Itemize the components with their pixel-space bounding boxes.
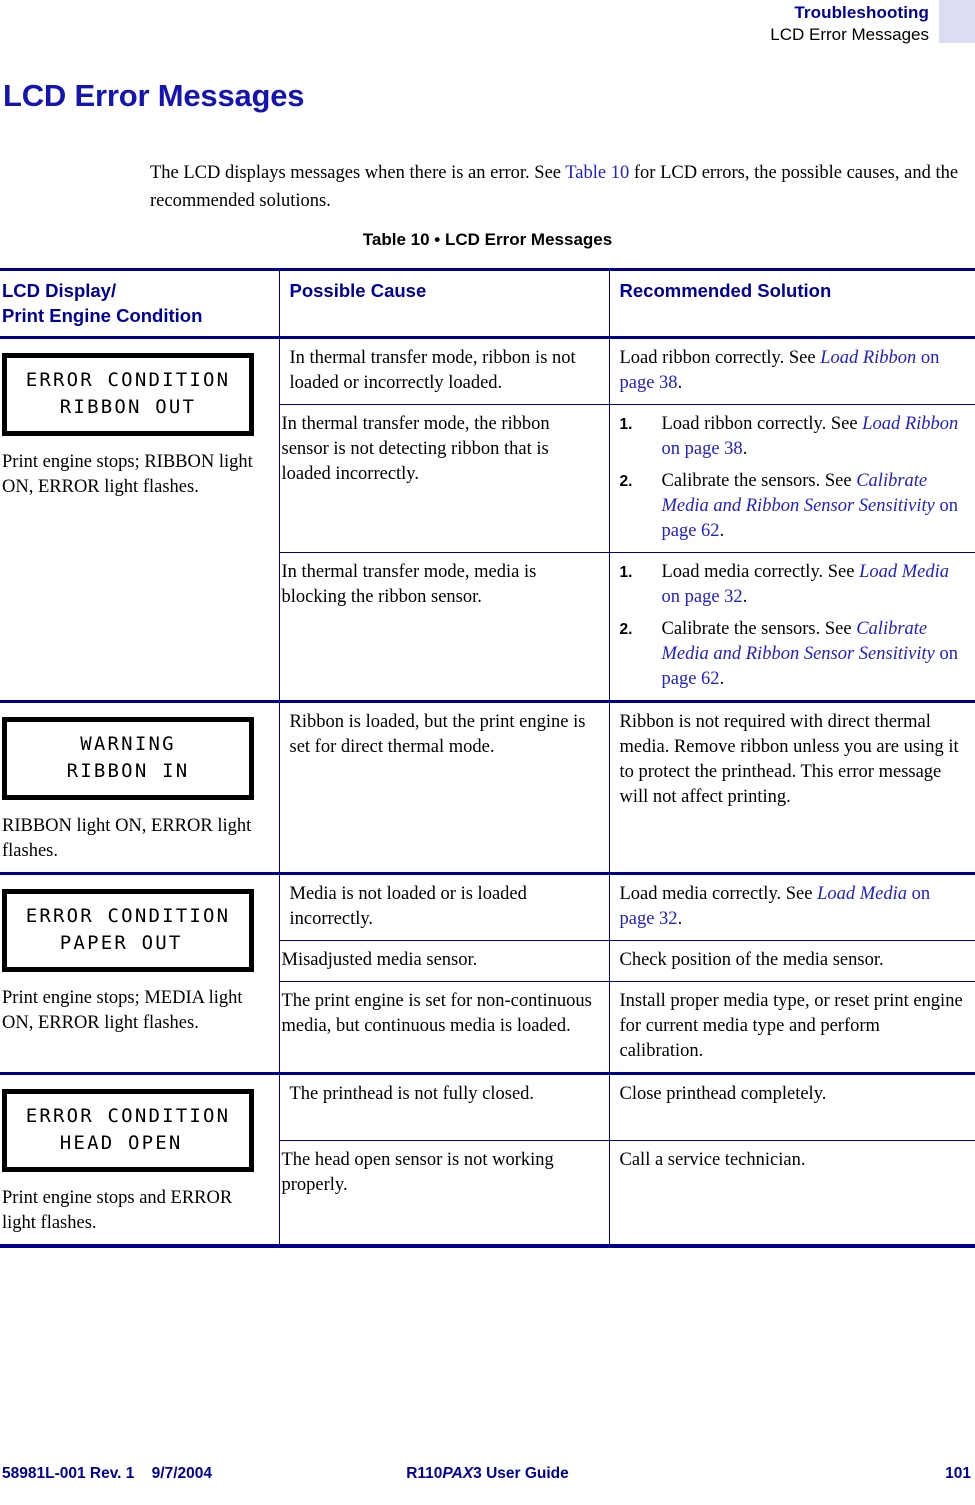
cause-cell: Misadjusted media sensor. <box>279 940 610 982</box>
column-header-line1: LCD Display/ <box>2 280 117 301</box>
solution-steps-list: Load media correctly. See Load Media on … <box>620 560 966 692</box>
solution-step: Load ribbon correctly. See Load Ribbon o… <box>620 412 966 462</box>
table-caption: Table 10 • LCD Error Messages <box>362 230 613 249</box>
solution-cell: Check position of the media sensor. <box>608 940 975 982</box>
solution-text-end: . <box>677 909 683 929</box>
step-text: Calibrate the sensors. See <box>661 471 857 491</box>
lcd-line-2: HEAD OPEN <box>32 1132 224 1154</box>
solution-steps-list: Load ribbon correctly. See Load Ribbon o… <box>620 412 966 544</box>
print-engine-condition: RIBBON light ON, ERROR light flashes. <box>2 816 252 861</box>
table-header-row: LCD Display/ Print Engine Condition Poss… <box>0 269 975 338</box>
lcd-line-1: WARNING <box>39 733 217 755</box>
cause-cell: The print engine is set for non-continuo… <box>279 981 610 1074</box>
cause-cell: In thermal transfer mode, media is block… <box>279 552 610 702</box>
cause-cell: In thermal transfer mode, ribbon is not … <box>278 336 610 405</box>
header-chapter-title: Troubleshooting <box>794 3 929 22</box>
solution-cell: Load media correctly. See Load Media on … <box>608 872 975 941</box>
lcd-line-1: ERROR CONDITION <box>25 1105 231 1127</box>
solution-cell: Load ribbon correctly. See Load Ribbon o… <box>608 404 975 553</box>
table-10-link[interactable]: Table 10 <box>565 163 629 183</box>
step-text-end: . <box>742 439 748 459</box>
lcd-line-2: RIBBON IN <box>39 760 217 782</box>
header-text: Troubleshooting LCD Error Messages <box>770 2 929 45</box>
table-body: ERROR CONDITION RIBBON OUT Print engine … <box>0 336 975 1244</box>
table-header: LCD Display/ Print Engine Condition Poss… <box>0 269 975 338</box>
solution-step: Calibrate the sensors. See Calibrate Med… <box>620 617 966 692</box>
cross-reference-page[interactable]: on page 32 <box>662 587 743 607</box>
column-header-line2: Print Engine Condition <box>2 305 203 326</box>
solution-text-end: . <box>677 373 683 393</box>
solution-text: Install proper media type, or reset prin… <box>619 991 963 1061</box>
step-text: Load media correctly. See <box>661 562 860 582</box>
lcd-line-1: ERROR CONDITION <box>25 369 231 391</box>
solution-cell: Ribbon is not required with direct therm… <box>608 700 975 874</box>
solution-cell: Load media correctly. See Load Media on … <box>608 552 975 702</box>
solution-text: Load ribbon correctly. See <box>619 348 821 368</box>
footer-page-number: 101 <box>945 1465 971 1482</box>
lcd-line-2: PAPER OUT <box>32 932 224 954</box>
footer-guide-pre: R110 <box>406 1465 443 1482</box>
cross-reference-link[interactable]: Load Media <box>817 884 907 904</box>
step-text-end: . <box>719 521 725 541</box>
lcd-display-cell: ERROR CONDITION HEAD OPEN Print engine s… <box>0 1072 280 1244</box>
column-header-lcd-display: LCD Display/ Print Engine Condition <box>0 269 280 338</box>
lcd-error-messages-table: LCD Display/ Print Engine Condition Poss… <box>0 268 975 1244</box>
intro-paragraph: The LCD displays messages when there is … <box>150 159 970 215</box>
cause-cell: The printhead is not fully closed. <box>278 1072 610 1141</box>
lcd-display-cell: WARNING RIBBON IN RIBBON light ON, ERROR… <box>0 700 280 874</box>
cause-cell: Ribbon is loaded, but the print engine i… <box>278 700 610 874</box>
solution-step: Load media correctly. See Load Media on … <box>620 560 966 610</box>
cross-reference-page[interactable]: on page 38 <box>662 439 743 459</box>
solution-cell: Install proper media type, or reset prin… <box>608 981 975 1074</box>
step-text: Calibrate the sensors. See <box>661 619 857 639</box>
lcd-display-cell: ERROR CONDITION PAPER OUT Print engine s… <box>0 872 280 1074</box>
page-footer: 58981L-001 Rev. 1 9/7/2004 R110PAX3 User… <box>0 1465 975 1487</box>
step-text: Load ribbon correctly. See <box>661 414 863 434</box>
cross-reference-link[interactable]: Load Media <box>859 562 949 582</box>
print-engine-condition: Print engine stops and ERROR light flash… <box>2 1188 233 1233</box>
print-engine-condition: Print engine stops; MEDIA light ON, ERRO… <box>2 988 243 1033</box>
table-bottom-rule <box>0 1244 975 1248</box>
solution-cell: Call a service technician. <box>608 1139 975 1244</box>
step-text-end: . <box>719 669 725 689</box>
footer-guide-title: R110PAX3 User Guide <box>0 1465 975 1483</box>
footer-guide-post: 3 User Guide <box>473 1465 569 1482</box>
solution-step: Calibrate the sensors. See Calibrate Med… <box>620 469 966 544</box>
solution-text: Check position of the media sensor. <box>619 950 884 970</box>
lcd-line-2: RIBBON OUT <box>32 396 224 418</box>
solution-text: Call a service technician. <box>619 1149 806 1170</box>
cause-cell: The head open sensor is not working prop… <box>279 1139 610 1244</box>
table-row: ERROR CONDITION RIBBON OUT Print engine … <box>0 336 975 702</box>
intro-text-part1: The LCD displays messages when there is … <box>150 162 566 183</box>
header-color-swatch <box>939 0 975 43</box>
page-header: Troubleshooting LCD Error Messages <box>0 0 975 62</box>
lcd-screen: WARNING RIBBON IN <box>2 717 254 800</box>
page-title: LCD Error Messages <box>3 78 305 113</box>
table-row: ERROR CONDITION PAPER OUT Print engine s… <box>0 872 975 1074</box>
cross-reference-link[interactable]: Load Ribbon <box>862 414 958 434</box>
solution-cell: Load ribbon correctly. See Load Ribbon o… <box>608 336 975 405</box>
lcd-screen: ERROR CONDITION PAPER OUT <box>2 889 254 972</box>
cross-reference-link[interactable]: Load Ribbon <box>820 348 916 368</box>
column-header-recommended-solution: Recommended Solution <box>608 269 975 338</box>
print-engine-condition: Print engine stops; RIBBON light ON, ERR… <box>2 452 253 497</box>
footer-guide-italic: PAX <box>442 1465 474 1482</box>
cause-cell: Media is not loaded or is loaded incorre… <box>278 872 610 941</box>
lcd-screen: ERROR CONDITION HEAD OPEN <box>2 1089 254 1172</box>
lcd-display-cell: ERROR CONDITION RIBBON OUT Print engine … <box>0 336 280 702</box>
solution-text: Close printhead completely. <box>619 1084 827 1104</box>
table-row: ERROR CONDITION HEAD OPEN Print engine s… <box>0 1072 975 1244</box>
solution-text: Load media correctly. See <box>619 884 818 904</box>
table-row: WARNING RIBBON IN RIBBON light ON, ERROR… <box>0 700 975 874</box>
solution-cell: Close printhead completely. <box>608 1072 975 1141</box>
cause-cell: In thermal transfer mode, the ribbon sen… <box>279 404 610 553</box>
lcd-screen: ERROR CONDITION RIBBON OUT <box>2 353 254 436</box>
lcd-line-1: ERROR CONDITION <box>25 905 231 927</box>
column-header-possible-cause: Possible Cause <box>278 269 610 338</box>
solution-text: Ribbon is not required with direct therm… <box>619 712 959 807</box>
step-text-end: . <box>742 587 748 607</box>
header-section-title: LCD Error Messages <box>770 25 929 44</box>
